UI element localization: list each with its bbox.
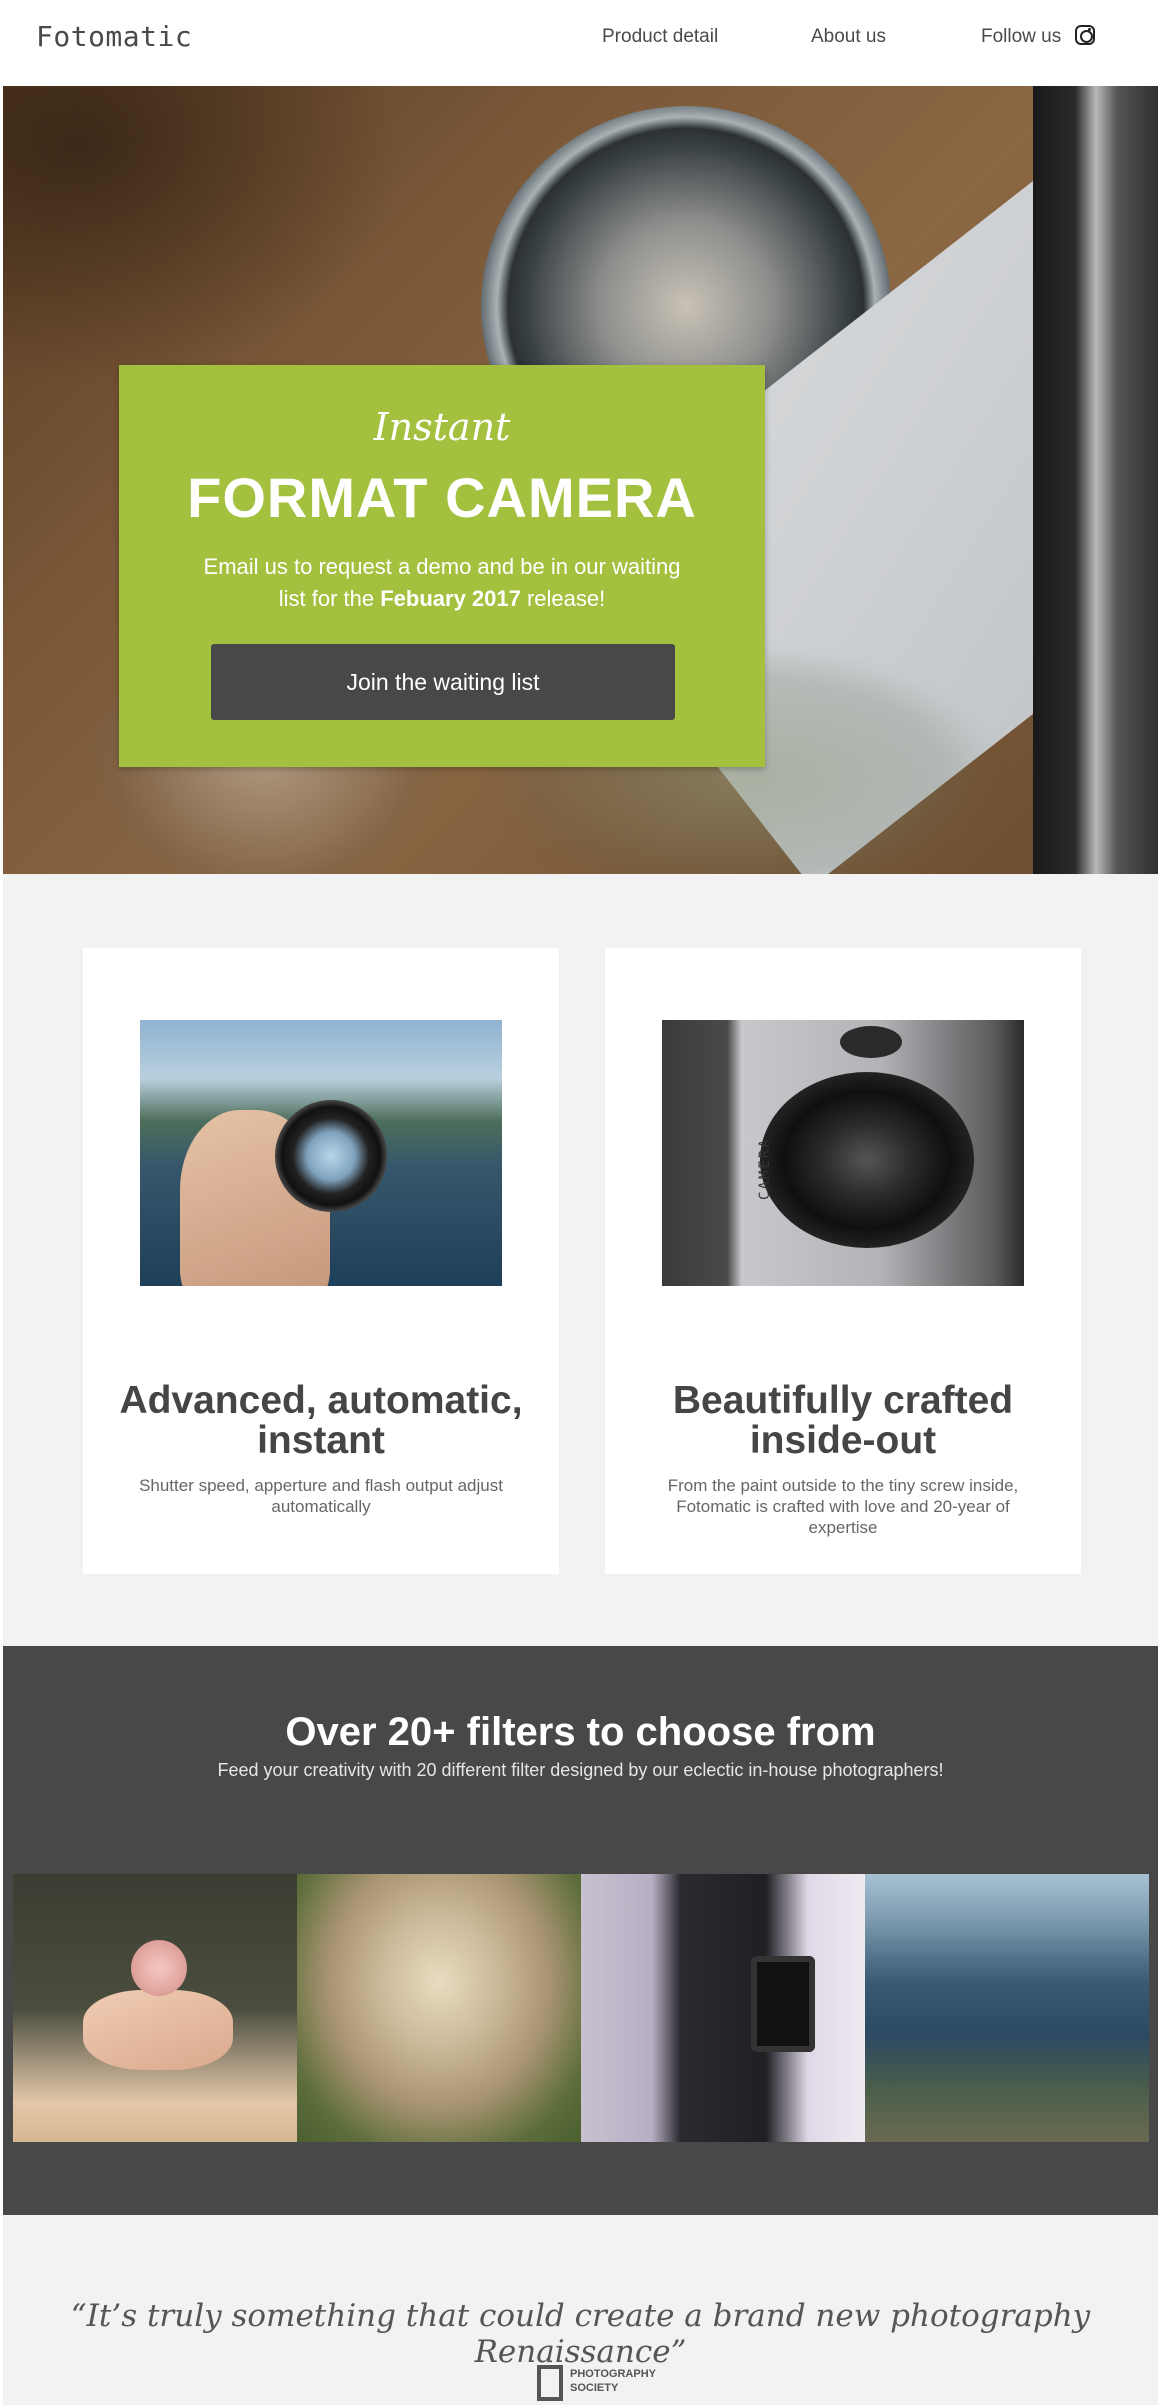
brand-logo[interactable]: Fotomatic xyxy=(36,20,192,53)
feature-title: Advanced, automatic, instant xyxy=(119,1379,523,1462)
hero-overline: Instant xyxy=(373,405,511,449)
rose-shape xyxy=(131,1940,187,1996)
camera-knob-shape xyxy=(840,1026,902,1058)
hero-description: Email us to request a demo and be in our… xyxy=(199,551,685,615)
join-waiting-list-button[interactable]: Join the waiting list xyxy=(211,644,675,720)
hero-section: Instant FORMAT CAMERA Email us to reques… xyxy=(3,86,1158,874)
features-section: Advanced, automatic, instant Shutter spe… xyxy=(3,874,1158,1646)
filters-section: Over 20+ filters to choose from Feed you… xyxy=(3,1646,1158,2215)
feature-card-automatic: Advanced, automatic, instant Shutter spe… xyxy=(83,948,559,1574)
filters-title: Over 20+ filters to choose from xyxy=(285,1710,876,1754)
camera-lens-closeup-photo: CAMERA xyxy=(662,1020,1024,1286)
hero-description-end: release! xyxy=(520,586,606,611)
signup-card: Instant FORMAT CAMERA Email us to reques… xyxy=(119,365,765,767)
lens-shape xyxy=(275,1100,387,1212)
instagram-icon[interactable] xyxy=(1075,25,1095,45)
filters-subtitle: Feed your creativity with 20 different f… xyxy=(217,1760,944,1780)
camera-body-label: CAMERA xyxy=(757,1137,773,1200)
testimonial-quote: “It’s truly something that could create … xyxy=(70,2298,1091,2370)
nav-product-detail-link[interactable]: Product detail xyxy=(602,26,718,48)
filter-sample-blossom[interactable] xyxy=(297,1874,581,2142)
hands-shape xyxy=(83,1990,233,2070)
hero-photo-shadow xyxy=(3,86,403,386)
feature-title: Beautifully crafted inside-out xyxy=(672,1379,1014,1462)
feature-card-crafted: CAMERA Beautifully crafted inside-out Fr… xyxy=(605,948,1081,1574)
society-name-line1: PHOTOGRAPHY xyxy=(570,2368,656,2380)
photography-society-name: PHOTOGRAPHY SOCIETY xyxy=(570,2367,690,2395)
hero-title: FORMAT CAMERA xyxy=(187,466,697,529)
testimonial-section: “It’s truly something that could create … xyxy=(3,2215,1158,2405)
photography-society-logo-icon xyxy=(537,2365,563,2401)
filter-sample-valley[interactable] xyxy=(865,1874,1149,2142)
nav-follow-us-link[interactable]: Follow us xyxy=(981,26,1061,48)
twin-lens-camera-shape xyxy=(751,1956,815,2052)
lens-over-lake-photo xyxy=(140,1020,502,1286)
nav-about-us-link[interactable]: About us xyxy=(811,26,886,48)
lens-ring-shape xyxy=(760,1072,974,1248)
society-name-line2: SOCIETY xyxy=(570,2382,619,2394)
filter-sample-photographer[interactable] xyxy=(581,1874,865,2142)
feature-description: From the paint outside to the tiny screw… xyxy=(667,1476,1019,1537)
release-date: Febuary 2017 xyxy=(380,586,521,611)
hero-photo-camera xyxy=(1033,86,1158,874)
feature-description: Shutter speed, apperture and flash outpu… xyxy=(139,1476,503,1516)
top-navigation: Fotomatic Product detail About us Follow… xyxy=(0,0,1158,86)
filter-sample-rose[interactable] xyxy=(13,1874,297,2142)
